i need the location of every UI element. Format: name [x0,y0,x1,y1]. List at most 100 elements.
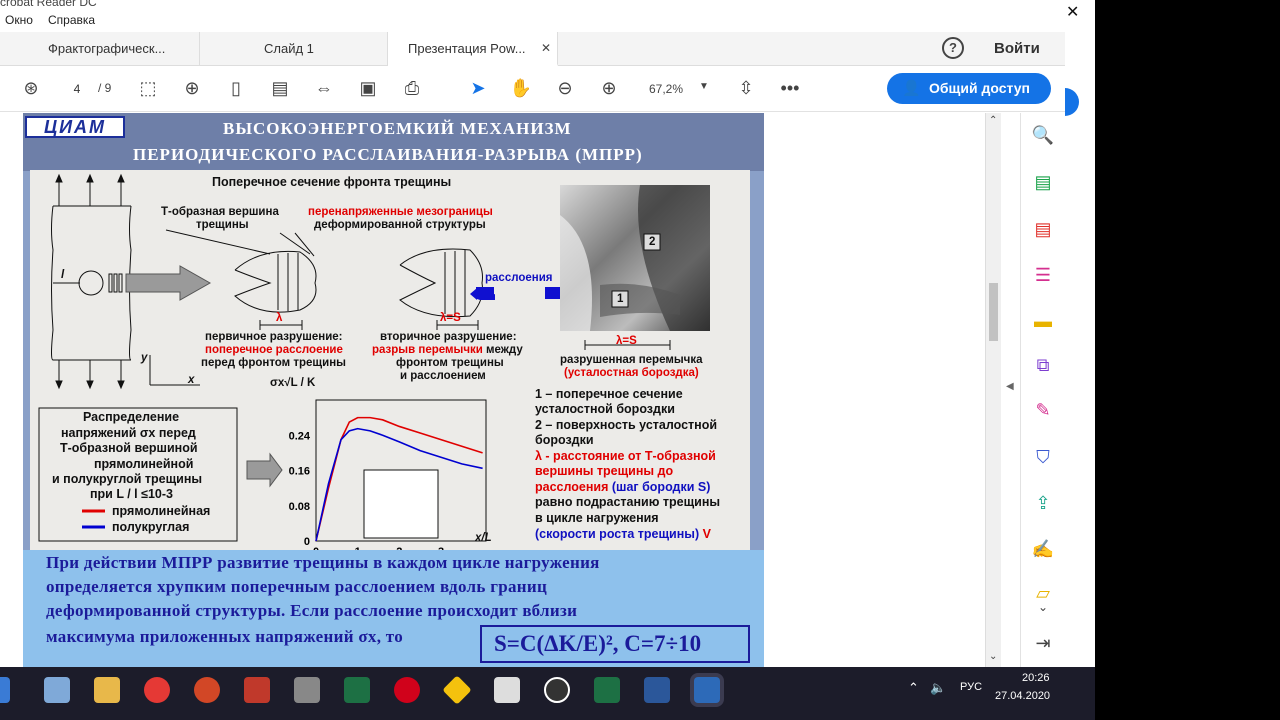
send-icon[interactable]: ⇪ [1031,491,1055,515]
screen-icon[interactable] [0,677,10,703]
zoom-tool-icon[interactable]: 🔍 [1031,123,1055,147]
clock-time[interactable]: 20:26 [1022,672,1050,684]
organize-pages-icon[interactable]: ☰ [1031,263,1055,287]
chevron-down-icon[interactable]: ⌄ [1031,595,1055,619]
language-indicator[interactable]: РУС [960,681,982,693]
taskbar: ⌃ 🔈 РУС 20:26 27.04.2020 [0,667,1095,720]
export-pdf-icon[interactable]: ▤ [1031,217,1055,241]
legend-round: полукруглая [112,520,190,534]
ciam-logo: ЦИАМ [25,116,125,138]
zoom-level[interactable]: 67,2% [649,82,683,96]
slide: ЦИАМ ВЫСОКОЭНЕРГОЕМКИЙ МЕХАНИЗМ ПЕРИОДИЧ… [23,113,764,667]
desc-10: (скорости роста трещины) V [535,528,711,541]
close-icon[interactable]: ✕ [1066,2,1079,22]
window-close[interactable]: ✕ [1058,0,1095,24]
page-number-input[interactable]: 4 [62,78,92,100]
desc-10a: (скорости роста трещины) [535,527,703,541]
select-cursor-icon[interactable]: ➤ [466,76,490,100]
word-icon[interactable] [644,677,670,703]
add-user-icon: 👤 [902,80,921,97]
chart-ylabel: σx√L / K [270,377,316,389]
dist-5: и полукруглой трещины [52,472,203,486]
zoom-out-icon[interactable]: ⊖ [553,76,577,100]
acrobat-icon[interactable] [394,677,420,703]
scroll-thumb[interactable] [989,283,998,341]
desc-8: равно подрастанию трещины [535,495,721,509]
chrome-icon[interactable] [144,677,170,703]
excel-icon[interactable] [344,677,370,703]
protect-icon[interactable]: ⛉ [1031,445,1055,469]
desc-4: бороздки [535,433,594,447]
more-icon[interactable]: ••• [778,76,802,100]
body-line-1: При действии МПРР развитие трещины в каж… [46,553,600,572]
obs-icon[interactable] [544,677,570,703]
secondary-4: и расслоением [400,370,486,382]
chart-inset [363,469,439,539]
body-line-3: деформированной структуры. Если расслоен… [46,601,578,620]
secondary-2: разрыв перемычки между [372,344,523,357]
volume-icon[interactable]: 🔈 [930,680,946,696]
active-window-icon[interactable] [694,677,720,703]
mathcad-icon[interactable] [594,677,620,703]
combine-files-icon[interactable]: ⧉ [1031,353,1055,377]
paint-icon[interactable] [44,677,70,703]
fill-sign-icon[interactable]: ✎ [1031,398,1055,422]
body-line-4: максимума приложенных напряжений σx, то [46,627,404,646]
overstressed-label-2: деформированной структуры [314,219,486,231]
slide-title-line1: ВЫСОКОЭНЕРГОЕМКИЙ МЕХАНИЗМ [223,119,572,138]
page-search-icon[interactable]: ▤ [268,76,292,100]
scroll-up-icon[interactable]: ⌃ [989,115,997,126]
tab-label: Презентация Pow... [408,41,526,56]
secondary-3: фронтом трещины [396,357,504,369]
scroll-down-icon[interactable]: ⌄ [989,651,997,662]
fit-width-icon[interactable]: ⇔ [312,76,336,100]
axis-x-label: x [188,374,195,386]
menu-window[interactable]: Окно [5,13,33,27]
vertical-scrollbar[interactable]: ⌃ ⌄ [985,113,1001,667]
drive-icon[interactable] [442,675,472,705]
desc-6: вершины трещины до [535,464,674,478]
section-title: Поперечное сечение фронта трещины [212,175,452,189]
lambda-label: λ [276,312,283,324]
tray-chevron-icon[interactable]: ⌃ [908,680,919,696]
create-pdf-icon[interactable]: ▤ [1031,170,1055,194]
tab-slide-1[interactable]: Слайд 1 [200,32,388,66]
desktop-backdrop [1095,0,1280,720]
print-icon[interactable]: ⎙ [400,76,424,100]
hand-tool-icon[interactable]: ✋ [509,76,533,100]
comment-icon[interactable]: ▬ [1031,309,1055,333]
signin-button[interactable]: Войти [994,40,1040,57]
axis-y-label: y [141,352,148,364]
collapse-pane-icon[interactable]: ◀ [1006,381,1014,392]
chevron-down-icon[interactable]: ▼ [699,81,709,92]
tab-presentation[interactable]: Презентация Pow... ✕ [388,32,558,66]
powerpoint-icon[interactable] [194,677,220,703]
tab-fractographic[interactable]: Фрактографическ... [0,32,200,66]
share-label: Общий доступ [929,80,1030,96]
sign-icon[interactable]: ✍ [1031,537,1055,561]
page-icon[interactable]: ▯ [224,76,248,100]
tools-sidebar: 🔍 ▤ ▤ ☰ ▬ ⧉ ✎ ⛉ ⇪ ✍ ▱ ⌄ ⇥ [1020,113,1065,667]
help-icon[interactable]: ? [942,37,964,59]
scanner-icon[interactable] [294,677,320,703]
arrow-icon [125,265,212,301]
calculator-icon[interactable] [494,677,520,703]
menu-help[interactable]: Справка [48,13,95,27]
zoom-search-icon[interactable]: ⊕ [180,76,204,100]
zoom-in-icon[interactable]: ⊕ [597,76,621,100]
image-icon[interactable]: ▣ [356,76,380,100]
pdf-icon[interactable] [244,677,270,703]
folder-icon[interactable] [94,677,120,703]
expand-panel-icon[interactable]: ⇥ [1031,631,1055,655]
download-icon[interactable]: ⊛ [19,76,43,100]
close-tab-icon[interactable]: ✕ [541,32,551,65]
chart-xlabel: x/L [475,532,492,544]
share-button[interactable]: 👤 Общий доступ [887,73,1051,104]
primary-1: первичное разрушение: [205,331,343,343]
select-zoom-icon[interactable]: ⬚ [136,76,160,100]
page-display-icon[interactable]: ⇳ [734,76,758,100]
secondary-2b: между [482,344,523,356]
menu-bar: Окно Справка [0,10,1095,32]
photo-caption-2: (усталостная бороздка) [564,367,699,379]
clock-date[interactable]: 27.04.2020 [995,690,1050,702]
